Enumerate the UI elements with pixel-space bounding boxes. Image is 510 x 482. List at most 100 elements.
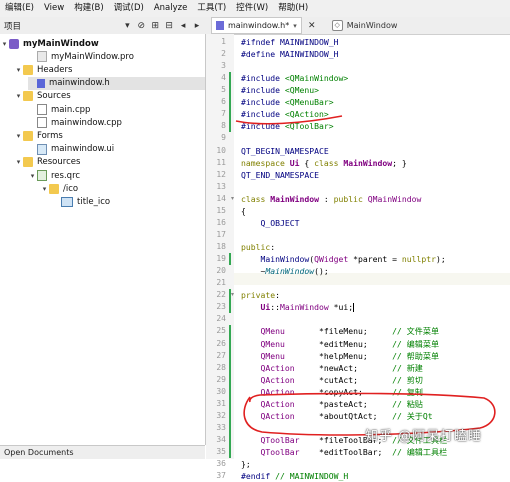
code-token: #include	[241, 85, 285, 96]
code-line[interactable]: Q_OBJECT	[241, 217, 299, 229]
code-line[interactable]: private:	[241, 289, 280, 301]
project-panel-header: 项目 ▾ ⊘ ⊞ ⊟ ◂ ▸	[0, 17, 205, 34]
tree-item[interactable]: title_ico	[52, 195, 205, 208]
line-number: 7	[221, 109, 226, 119]
menu-item[interactable]: 构建(B)	[69, 0, 108, 17]
expand-arrow-icon[interactable]: ▾	[14, 132, 23, 140]
toolbar: 项目 ▾ ⊘ ⊞ ⊟ ◂ ▸ mainwindow.h* ▾ ✕ ◇ MainW…	[0, 17, 510, 35]
code-line[interactable]: QT_BEGIN_NAMESPACE	[241, 145, 329, 157]
code-line[interactable]: public:	[241, 241, 275, 253]
code-line[interactable]: QAction *newAct; // 新建	[241, 362, 423, 374]
tree-item-label: Forms	[37, 130, 63, 141]
chevron-down-icon[interactable]: ▾	[293, 22, 297, 30]
code-token: ::	[270, 302, 280, 313]
code-line[interactable]: #define MAINWINDOW_H	[241, 48, 338, 60]
line-number: 31	[216, 398, 226, 408]
code-line[interactable]: #include <QMenuBar>	[241, 96, 334, 108]
tree-item[interactable]: main.cpp	[28, 103, 205, 116]
code-token: // 关于Qt	[392, 410, 433, 421]
line-number: 23	[216, 302, 226, 312]
tree-item[interactable]: mainwindow.h	[28, 76, 205, 90]
tree-item[interactable]: ▾ Headers	[14, 63, 205, 76]
code-line[interactable]: MainWindow(QWidget *parent = nullptr);	[241, 253, 445, 265]
tree-item[interactable]: ▾ myMainWindow	[0, 37, 205, 50]
code-token: QT_END_NAMESPACE	[241, 169, 319, 180]
code-token: :	[275, 290, 280, 301]
change-marker	[229, 325, 231, 459]
symbol-selector[interactable]: ◇ MainWindow	[331, 20, 398, 31]
code-line[interactable]: #include <QToolBar>	[241, 120, 334, 132]
expand-arrow-icon[interactable]: ▾	[14, 66, 23, 74]
code-line[interactable]: {	[241, 205, 246, 217]
tree-item-label: mainwindow.h	[49, 78, 110, 89]
code-line[interactable]: #ifndef MAINWINDOW_H	[241, 36, 338, 48]
code-token: *newAct;	[294, 362, 393, 373]
code-line[interactable]: #include <QAction>	[241, 108, 329, 120]
tree-item[interactable]: ▾ /ico	[40, 182, 205, 195]
file-tab-mainwindow-h[interactable]: mainwindow.h* ▾	[211, 17, 302, 34]
back-arrow-icon[interactable]: ◂	[177, 20, 189, 32]
code-token: ; }	[392, 157, 407, 168]
code-line[interactable]: QAction *pasteAct; // 粘贴	[241, 398, 422, 410]
expand-arrow-icon[interactable]: ▾	[28, 172, 37, 180]
code-token: MainWindow	[241, 254, 310, 265]
code-token: QAction	[241, 410, 295, 421]
filter-icon[interactable]: ▾	[121, 20, 133, 32]
code-token: class	[314, 157, 344, 168]
line-number: 5	[221, 85, 226, 95]
code-line[interactable]: #include <QMainWindow>	[241, 72, 348, 84]
code-token: QMenu	[241, 338, 285, 349]
code-token: ~	[241, 266, 266, 277]
expand-arrow-icon[interactable]: ▾	[14, 158, 23, 166]
line-number: 29	[216, 374, 226, 384]
open-documents-bar[interactable]: Open Documents	[0, 445, 205, 459]
code-line[interactable]: ~MainWindow();	[241, 265, 328, 277]
code-line[interactable]: Ui::MainWindow *ui;	[241, 301, 355, 313]
menu-item[interactable]: 工具(T)	[192, 0, 231, 17]
code-token: // 新建	[392, 362, 423, 373]
expand-arrow-icon[interactable]: ▾	[14, 92, 23, 100]
expand-arrow-icon[interactable]: ▾	[40, 185, 49, 193]
code-line[interactable]: QMenu *fileMenu; // 文件菜单	[241, 325, 439, 337]
symbol-label: MainWindow	[346, 21, 398, 30]
tree-item[interactable]: ▾ res.qrc	[28, 169, 205, 182]
change-marker	[229, 72, 231, 133]
menu-item[interactable]: View	[39, 0, 69, 17]
code-token: QMenu	[241, 326, 285, 337]
code-line[interactable]: class MainWindow : public QMainWindow	[241, 193, 421, 205]
link-icon[interactable]: ⊘	[135, 20, 147, 32]
project-panel-title: 项目	[4, 21, 22, 32]
forward-arrow-icon[interactable]: ▸	[191, 20, 203, 32]
code-token: class	[241, 193, 271, 204]
code-line[interactable]: #include <QMenu>	[241, 84, 319, 96]
close-panel-icon[interactable]: ⊟	[163, 20, 175, 32]
project-tree: ▾ myMainWindow myMainWindow.pro ▾ Headers mai…	[0, 34, 206, 445]
tree-item-label: myMainWindow.pro	[51, 51, 134, 62]
close-icon[interactable]: ✕	[306, 20, 318, 32]
code-line[interactable]: QT_END_NAMESPACE	[241, 169, 319, 181]
menu-item[interactable]: 调试(D)	[109, 0, 149, 17]
tree-item[interactable]: ▾ Resources	[14, 156, 205, 169]
menu-item[interactable]: Analyze	[149, 0, 193, 17]
code-line[interactable]: QAction *copyAct; // 复制	[241, 386, 422, 398]
fold-arrow-icon[interactable]: ▾	[231, 195, 234, 202]
menu-item[interactable]: 编辑(E)	[0, 0, 39, 17]
code-line[interactable]: namespace Ui { class MainWindow; }	[241, 157, 407, 169]
expand-arrow-icon[interactable]: ▾	[0, 40, 9, 48]
code-line[interactable]: };	[241, 458, 251, 470]
tree-item[interactable]: myMainWindow.pro	[28, 50, 205, 63]
code-line[interactable]: QMenu *helpMenu; // 帮助菜单	[241, 350, 439, 362]
tree-item[interactable]: mainwindow.ui	[28, 143, 205, 156]
tree-item[interactable]: ▾ Forms	[14, 129, 205, 142]
menu-item[interactable]: 帮助(H)	[273, 0, 313, 17]
add-split-icon[interactable]: ⊞	[149, 20, 161, 32]
code-line[interactable]: QAction *aboutQtAct; // 关于Qt	[241, 410, 433, 422]
menu-item[interactable]: 控件(W)	[231, 0, 273, 17]
code-line[interactable]: QToolBar *editToolBar; // 编辑工具栏	[241, 446, 447, 458]
tree-item[interactable]: ▾ Sources	[14, 90, 205, 103]
code-line[interactable]: #endif // MAINWINDOW_H	[241, 470, 348, 482]
tree-item[interactable]: mainwindow.cpp	[28, 116, 205, 129]
code-line[interactable]: QMenu *editMenu; // 编辑菜单	[241, 338, 439, 350]
code-line[interactable]: QAction *cutAct; // 剪切	[241, 374, 422, 386]
fold-arrow-icon[interactable]: ▾	[231, 291, 234, 298]
